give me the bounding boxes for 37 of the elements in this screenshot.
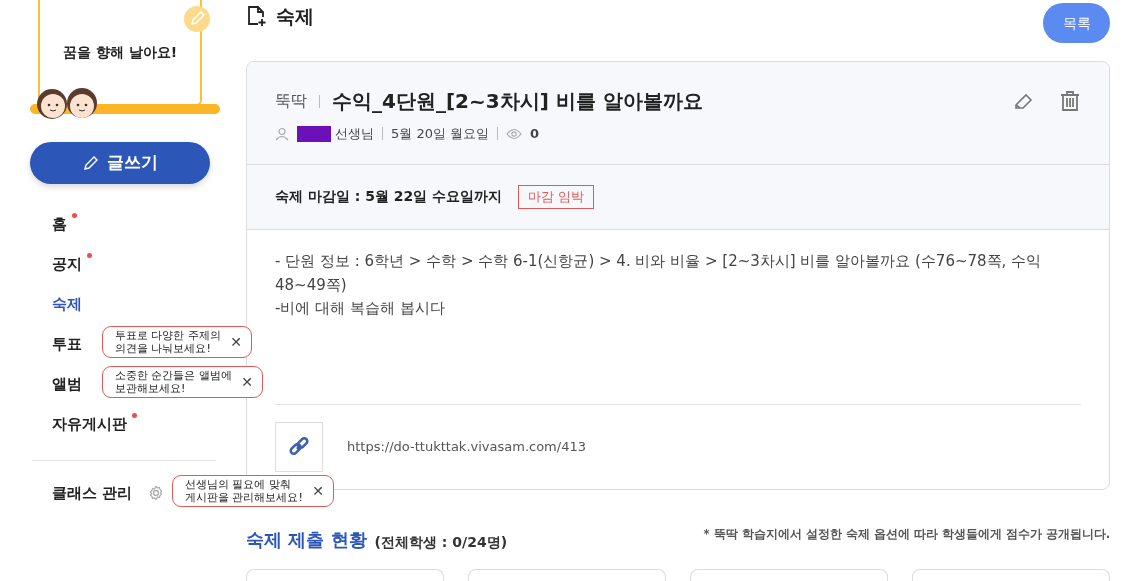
tooltip-text: 투표로 다양한 주제의 의견을 나눠보세요! [115, 329, 221, 356]
document-add-icon [246, 5, 268, 28]
link-url[interactable]: https://do-ttukttak.vivasam.com/413 [347, 437, 586, 457]
close-button[interactable]: ✕ [312, 484, 324, 499]
author-name: 선생님 [335, 125, 374, 143]
post-date: 5월 20일 월요일 [391, 125, 490, 143]
redaction-mark [297, 125, 331, 142]
post-title: 수익_4단원_[2~3차시] 비를 알아볼까요 [332, 88, 703, 115]
nav-link[interactable]: 자유게시판 [52, 412, 127, 436]
student-count: (전체학생 : 0/24명) [374, 533, 508, 553]
tooltip-text: 선생님의 필요에 맞춰 게시판을 관리해보세요! [185, 478, 303, 505]
class-manage-link[interactable]: 클래스 관리 [52, 481, 133, 505]
pencil-icon [82, 155, 99, 171]
section-title: 숙제 제출 현황 [246, 528, 367, 553]
view-count: 0 [530, 125, 540, 143]
board-text: 꿈을 향해 날아요! [62, 42, 178, 62]
trash-icon[interactable] [1059, 90, 1081, 112]
eye-icon [506, 127, 523, 140]
body-text: - 단원 정보 : 6학년 > 수학 > 수학 6-1(신항균) > 4. 비와 비율 > [2~3차시] 비를 알아볼까요 (수76~78쪽, 수익48~49쪽) [275, 251, 1043, 296]
category-label: 뚝딱 [275, 90, 307, 112]
deadline-text: 숙제 마감일 : 5월 22일 수요일까지 [275, 187, 503, 207]
link-icon [275, 422, 323, 472]
close-button[interactable]: ✕ [230, 335, 242, 350]
deadline-tag: 마감 임박 [518, 184, 595, 210]
nav-link[interactable]: 숙제 [52, 292, 82, 316]
body-text: -비에 대해 복습해 봅시다 [275, 297, 446, 319]
settings-icon[interactable] [148, 485, 165, 501]
write-button[interactable]: 글쓰기 [30, 142, 210, 184]
page-title: 숙제 [276, 4, 314, 29]
user-icon [275, 126, 289, 141]
notice-text: * 뚝딱 학습지에서 설정한 숙제 옵션에 따라 학생들에게 점수가 공개됩니다. [703, 526, 1110, 543]
nav-link[interactable]: 투표 [52, 332, 82, 356]
nav-link[interactable]: 홈 [52, 212, 67, 236]
tooltip-text: 소중한 순간들은 앨범에 보관해보세요! [115, 369, 232, 396]
close-button[interactable]: ✕ [241, 375, 253, 390]
nav-link[interactable]: 공지 [52, 252, 82, 276]
nav-link[interactable]: 앨범 [52, 372, 82, 396]
